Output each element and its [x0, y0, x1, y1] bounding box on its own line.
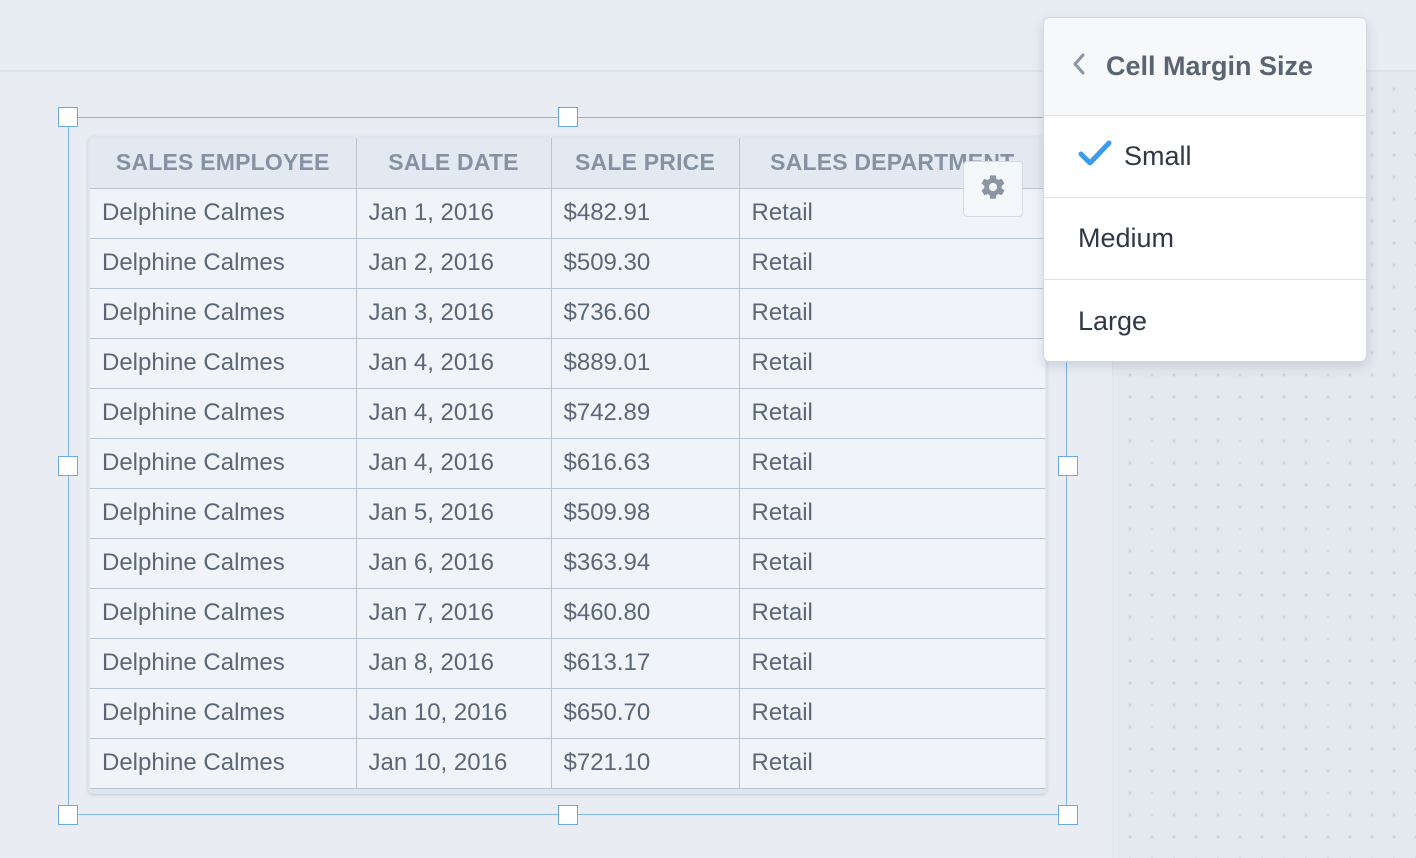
resize-handle-bottom[interactable]: [558, 805, 578, 825]
cell-department[interactable]: Retail: [739, 288, 1045, 339]
cell-price[interactable]: $736.60: [551, 288, 740, 339]
table-settings-button[interactable]: [963, 161, 1023, 217]
data-table[interactable]: SALES EMPLOYEE SALE DATE SALE PRICE SALE…: [88, 136, 1047, 794]
cell-department[interactable]: Retail: [739, 538, 1045, 589]
gear-icon: [979, 173, 1007, 206]
cell-date[interactable]: Jan 10, 2016: [356, 738, 552, 789]
table-row[interactable]: Delphine Calmes Jan 4, 2016 $889.01 Retail: [90, 338, 1045, 389]
cell-department[interactable]: Retail: [739, 738, 1045, 789]
cell-department[interactable]: Retail: [739, 488, 1045, 539]
cell-date[interactable]: Jan 10, 2016: [356, 688, 552, 739]
dropdown-title: Cell Margin Size: [1106, 51, 1314, 81]
table-row[interactable]: Delphine Calmes Jan 1, 2016 $482.91 Retail: [90, 188, 1045, 239]
table-row[interactable]: Delphine Calmes Jan 8, 2016 $613.17 Retail: [90, 638, 1045, 689]
check-icon: [1078, 138, 1124, 175]
cell-date[interactable]: Jan 8, 2016: [356, 638, 552, 689]
cell-price[interactable]: $509.30: [551, 238, 740, 289]
cell-employee[interactable]: Delphine Calmes: [90, 288, 357, 339]
table-row[interactable]: Delphine Calmes Jan 5, 2016 $509.98 Retail: [90, 488, 1045, 539]
cell-date[interactable]: Jan 4, 2016: [356, 438, 552, 489]
cell-price[interactable]: $616.63: [551, 438, 740, 489]
column-header-date[interactable]: SALE DATE: [356, 138, 552, 189]
cell-employee[interactable]: Delphine Calmes: [90, 488, 357, 539]
table-row[interactable]: Delphine Calmes Jan 4, 2016 $616.63 Retail: [90, 438, 1045, 489]
column-header-employee[interactable]: SALES EMPLOYEE: [90, 138, 357, 189]
cell-price[interactable]: $650.70: [551, 688, 740, 739]
cell-price[interactable]: $721.10: [551, 738, 740, 789]
cell-employee[interactable]: Delphine Calmes: [90, 538, 357, 589]
cell-department[interactable]: Retail: [739, 688, 1045, 739]
cell-date[interactable]: Jan 4, 2016: [356, 338, 552, 389]
cell-date[interactable]: Jan 5, 2016: [356, 488, 552, 539]
cell-price[interactable]: $742.89: [551, 388, 740, 439]
cell-department[interactable]: Retail: [739, 438, 1045, 489]
cell-date[interactable]: Jan 1, 2016: [356, 188, 552, 239]
cell-employee[interactable]: Delphine Calmes: [90, 338, 357, 389]
resize-handle-right[interactable]: [1058, 456, 1078, 476]
cell-department[interactable]: Retail: [739, 338, 1045, 389]
resize-handle-top[interactable]: [558, 107, 578, 127]
cell-employee[interactable]: Delphine Calmes: [90, 438, 357, 489]
cell-price[interactable]: $482.91: [551, 188, 740, 239]
cell-employee[interactable]: Delphine Calmes: [90, 188, 357, 239]
cell-department[interactable]: Retail: [739, 588, 1045, 639]
option-small[interactable]: Small: [1044, 116, 1366, 198]
cell-date[interactable]: Jan 3, 2016: [356, 288, 552, 339]
cell-margin-dropdown: Cell Margin Size Small Medium Large: [1043, 17, 1367, 362]
table-row[interactable]: Delphine Calmes Jan 6, 2016 $363.94 Retail: [90, 538, 1045, 589]
table-row[interactable]: Delphine Calmes Jan 7, 2016 $460.80 Retail: [90, 588, 1045, 639]
cell-department[interactable]: Retail: [739, 388, 1045, 439]
cell-price[interactable]: $889.01: [551, 338, 740, 389]
chevron-left-icon[interactable]: [1070, 51, 1088, 82]
cell-price[interactable]: $613.17: [551, 638, 740, 689]
cell-date[interactable]: Jan 6, 2016: [356, 538, 552, 589]
resize-handle-bottom-right[interactable]: [1058, 805, 1078, 825]
cell-date[interactable]: Jan 7, 2016: [356, 588, 552, 639]
cell-employee[interactable]: Delphine Calmes: [90, 588, 357, 639]
dropdown-header[interactable]: Cell Margin Size: [1044, 18, 1366, 116]
table-row[interactable]: Delphine Calmes Jan 3, 2016 $736.60 Retail: [90, 288, 1045, 339]
cell-price[interactable]: $460.80: [551, 588, 740, 639]
column-header-price[interactable]: SALE PRICE: [551, 138, 740, 189]
table-row[interactable]: Delphine Calmes Jan 10, 2016 $721.10 Retail: [90, 738, 1045, 789]
cell-department[interactable]: Retail: [739, 238, 1045, 289]
table-row[interactable]: Delphine Calmes Jan 4, 2016 $742.89 Retail: [90, 388, 1045, 439]
resize-handle-bottom-left[interactable]: [58, 805, 78, 825]
table-row[interactable]: Delphine Calmes Jan 2, 2016 $509.30 Retail: [90, 238, 1045, 289]
table-row[interactable]: Delphine Calmes Jan 10, 2016 $650.70 Retail: [90, 688, 1045, 739]
option-medium[interactable]: Medium: [1044, 198, 1366, 280]
resize-handle-left[interactable]: [58, 456, 78, 476]
cell-price[interactable]: $509.98: [551, 488, 740, 539]
cell-employee[interactable]: Delphine Calmes: [90, 388, 357, 439]
cell-price[interactable]: $363.94: [551, 538, 740, 589]
option-label: Small: [1124, 141, 1192, 171]
resize-handle-top-left[interactable]: [58, 107, 78, 127]
table-header-row: SALES EMPLOYEE SALE DATE SALE PRICE SALE…: [90, 138, 1045, 189]
cell-employee[interactable]: Delphine Calmes: [90, 638, 357, 689]
option-large[interactable]: Large: [1044, 280, 1366, 361]
cell-employee[interactable]: Delphine Calmes: [90, 738, 357, 789]
cell-department[interactable]: Retail: [739, 638, 1045, 689]
cell-employee[interactable]: Delphine Calmes: [90, 238, 357, 289]
option-label: Large: [1078, 305, 1148, 336]
cell-employee[interactable]: Delphine Calmes: [90, 688, 357, 739]
cell-date[interactable]: Jan 2, 2016: [356, 238, 552, 289]
sales-table: SALES EMPLOYEE SALE DATE SALE PRICE SALE…: [90, 138, 1045, 789]
option-label: Medium: [1078, 223, 1175, 253]
cell-date[interactable]: Jan 4, 2016: [356, 388, 552, 439]
